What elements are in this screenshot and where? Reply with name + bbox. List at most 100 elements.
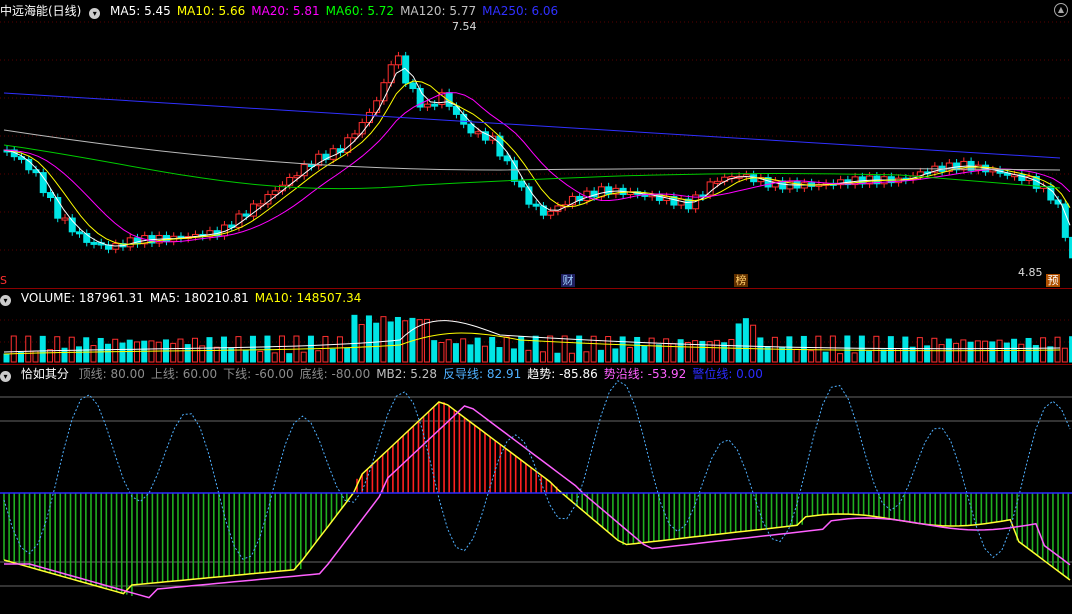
forecast-tag-label: 预 (1047, 274, 1059, 287)
candle (409, 82, 417, 90)
volume-bar (525, 349, 532, 363)
volume-bar (329, 348, 336, 363)
volume-bar (887, 336, 894, 363)
forecast-tag[interactable]: 预 (1046, 274, 1060, 287)
volume-bar (133, 341, 140, 363)
volume-bar (39, 335, 46, 363)
candle (394, 55, 402, 66)
candle (597, 186, 605, 198)
event-tag-ranking[interactable]: 榜 (734, 274, 748, 287)
candle (278, 184, 286, 192)
volume-bar (626, 347, 633, 363)
candle (90, 241, 98, 245)
chart-canvas[interactable] (0, 0, 1072, 614)
anti-missile-line (3, 380, 1071, 560)
volume-bar (793, 348, 800, 363)
volume-bar (597, 349, 604, 363)
volume-bar (663, 338, 670, 363)
volume-bar (155, 341, 162, 363)
volume-bar (445, 339, 452, 363)
volume-bar (815, 335, 822, 363)
volume-bar (568, 352, 575, 363)
volume-bar (184, 344, 191, 363)
volume-bar (554, 352, 561, 363)
volume-bar (902, 336, 909, 363)
volume-bar (931, 337, 938, 363)
volume-bar (851, 352, 858, 363)
candle (605, 186, 613, 195)
candle (518, 180, 526, 188)
volume-bar (213, 346, 220, 363)
volume-bar (837, 353, 844, 363)
volume-bar (25, 335, 32, 363)
volume-bar (249, 335, 256, 363)
volume-bar (387, 321, 394, 363)
volume-bar (605, 336, 612, 363)
volume-bar (365, 315, 372, 363)
volume-bar (757, 337, 764, 363)
volume-bar (438, 341, 445, 363)
volume-bar (3, 353, 10, 363)
left-marker: S (0, 274, 7, 287)
volume-bar (866, 350, 873, 363)
volume-bar (953, 342, 960, 363)
volume-bar (938, 344, 945, 363)
volume-bar (315, 350, 322, 363)
volume-bar (1018, 343, 1025, 363)
volume-bar (257, 350, 264, 363)
high-price-label: 7.54 (452, 20, 477, 33)
candle (264, 194, 272, 205)
volume-bar (402, 320, 409, 363)
volume-bar (351, 314, 358, 363)
volume-bar (460, 338, 467, 363)
volume-bar (583, 351, 590, 363)
volume-bar (539, 351, 546, 363)
volume-bar (750, 324, 757, 363)
volume-bar (336, 336, 343, 363)
volume-bar (322, 335, 329, 363)
volume-bar (467, 344, 474, 363)
volume-bar (206, 337, 213, 363)
volume-bar (634, 336, 641, 363)
candle (532, 203, 540, 207)
volume-bar (619, 336, 626, 363)
volume-bar (170, 342, 177, 363)
volume-bar (974, 340, 981, 363)
volume-bar (641, 345, 648, 363)
volume-bar (779, 347, 786, 363)
volume-bar (612, 348, 619, 363)
candle (365, 111, 373, 124)
volume-bar (1003, 342, 1010, 363)
candle (242, 213, 250, 217)
volume-bar (220, 336, 227, 363)
volume-bar (1061, 347, 1068, 363)
volume-bar (300, 351, 307, 363)
event-tag-finance[interactable]: 财 (561, 274, 575, 287)
volume-bar (829, 335, 836, 363)
volume-bar (474, 337, 481, 363)
volume-bar (648, 337, 655, 363)
candle (423, 103, 431, 108)
volume-bar (808, 350, 815, 363)
event-tag-finance-label: 财 (562, 274, 574, 287)
volume-bar (713, 339, 720, 363)
volume-bar (235, 336, 242, 363)
volume-bar (54, 336, 61, 363)
volume-bar (547, 335, 554, 363)
volume-bar (655, 344, 662, 363)
candle (46, 192, 54, 199)
candle (126, 237, 134, 248)
candle (503, 155, 511, 162)
candle (61, 217, 69, 221)
volume-bar (481, 345, 488, 363)
volume-bar (10, 335, 17, 363)
volume-bar (728, 338, 735, 363)
volume-bar (742, 318, 749, 363)
volume-bar (286, 353, 293, 363)
volume-bar (423, 318, 430, 363)
volume-bar (822, 351, 829, 363)
volume-bar (989, 341, 996, 363)
ma20-line (3, 92, 1071, 243)
volume-bar (452, 343, 459, 363)
volume-bar (532, 335, 539, 363)
